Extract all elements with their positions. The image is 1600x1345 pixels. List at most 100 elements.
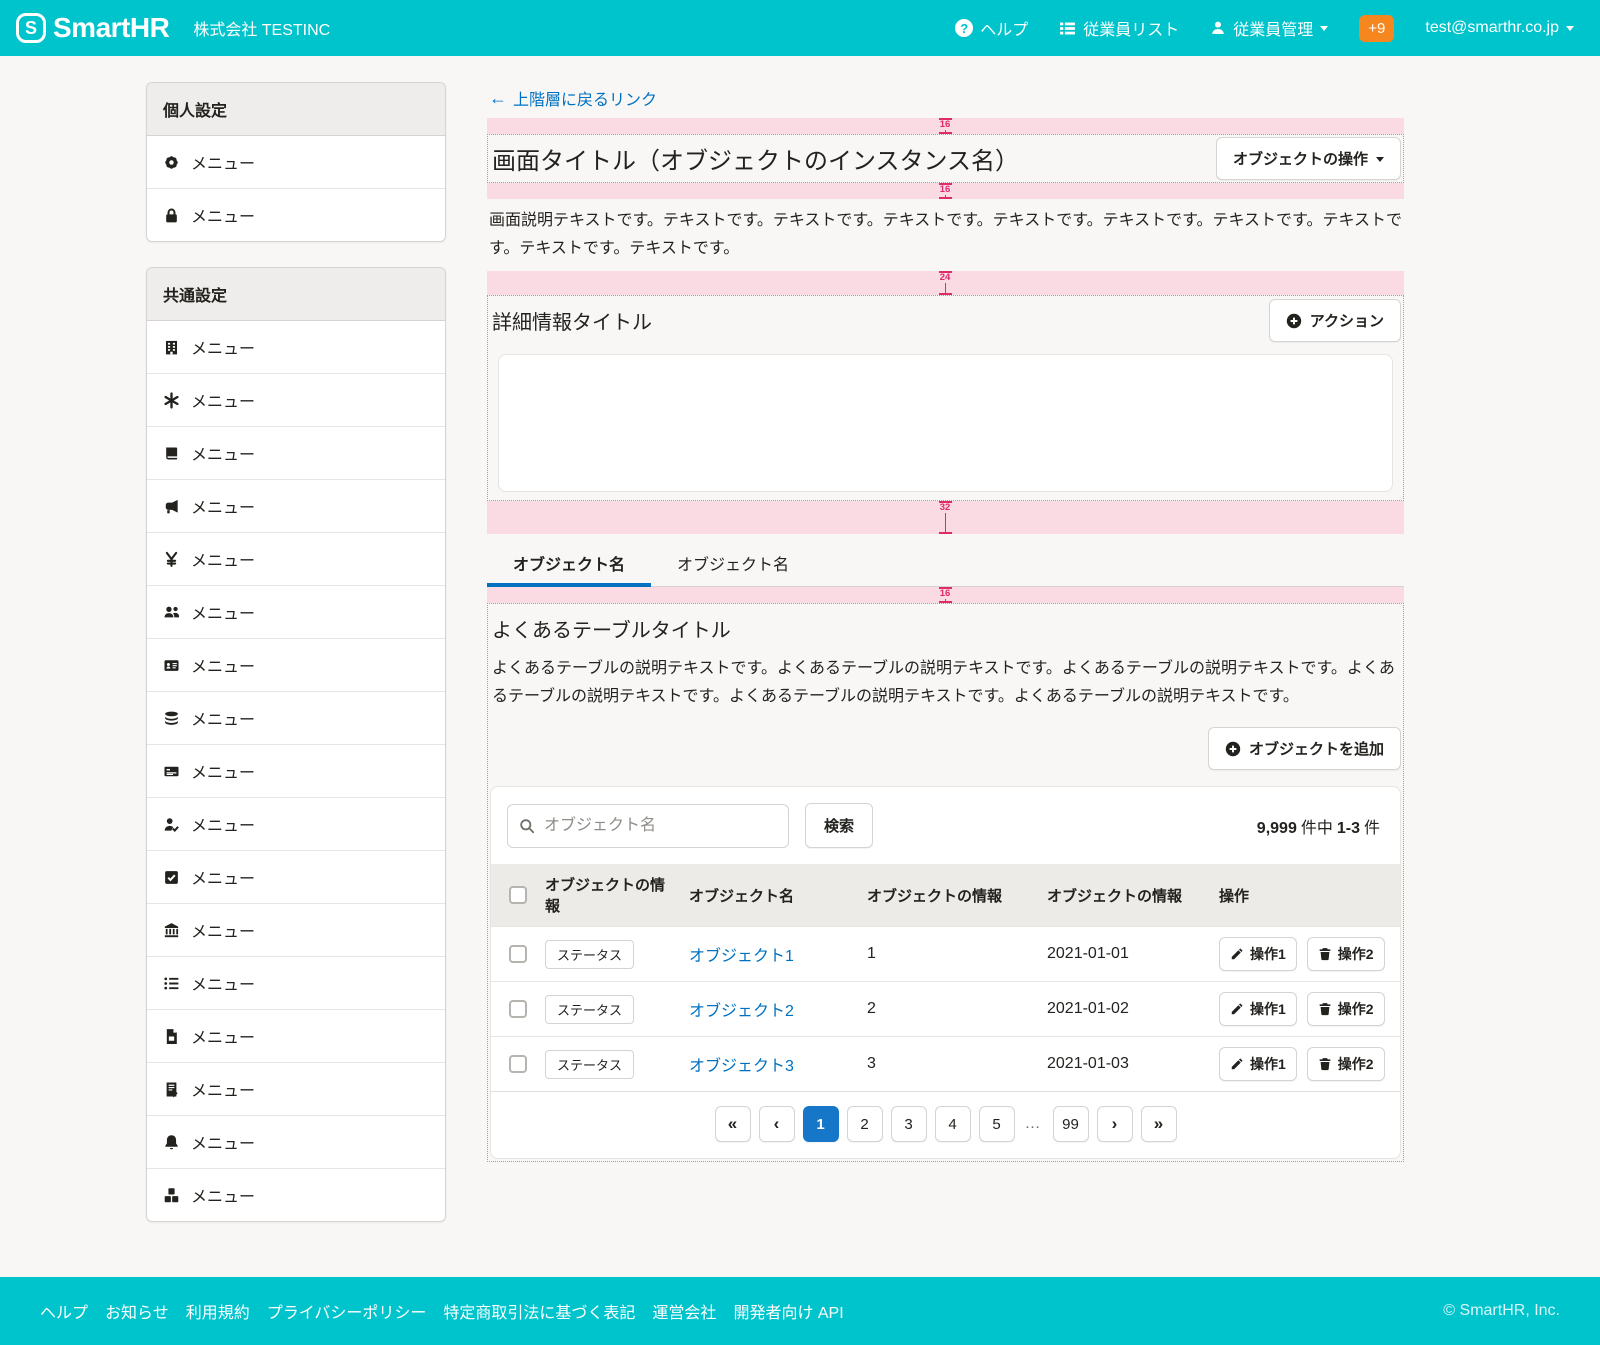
- sidebar-section-title: 個人設定: [147, 83, 445, 136]
- tab-object-name-1[interactable]: オブジェクト名: [487, 540, 651, 586]
- sidebar: 個人設定 メニュー メニュー 共通設定 メニュー メニュー: [146, 82, 446, 1247]
- sidebar-item-menu[interactable]: メニュー: [147, 798, 445, 851]
- sidebar-item-menu[interactable]: メニュー: [147, 586, 445, 639]
- back-link-label: 上階層に戻るリンク: [513, 86, 657, 110]
- search-box: [507, 804, 789, 848]
- object-link[interactable]: オブジェクト1: [689, 948, 794, 965]
- spacing-annotation-32: 32: [487, 501, 1404, 534]
- help-circle-icon: ?: [955, 19, 973, 37]
- footer-link-news[interactable]: お知らせ: [105, 1299, 169, 1323]
- page-title: 画面タイトル（オブジェクトのインスタンス名）: [490, 141, 1019, 176]
- detail-panel-header: 詳細情報タイトル アクション: [488, 296, 1403, 342]
- status-badge: ステータス: [545, 995, 634, 1024]
- pagination-last-button[interactable]: »: [1141, 1106, 1177, 1142]
- footer-link-privacy[interactable]: プライバシーポリシー: [267, 1299, 427, 1323]
- pagination-first-button[interactable]: «: [715, 1106, 751, 1142]
- arrow-left-icon: ←: [489, 88, 507, 109]
- pagination-page-99[interactable]: 99: [1053, 1106, 1089, 1142]
- sidebar-item-menu[interactable]: メニュー: [147, 136, 445, 189]
- sidebar-item-menu[interactable]: メニュー: [147, 374, 445, 427]
- delete-button-label: 操作2: [1338, 1054, 1374, 1074]
- table-row: ステータス オブジェクト3 3 2021-01-03 操作1 操作2: [491, 1037, 1400, 1092]
- back-link[interactable]: ← 上階層に戻るリンク: [489, 86, 657, 110]
- pagination-prev-button[interactable]: ‹: [759, 1106, 795, 1142]
- search-button[interactable]: 検索: [805, 803, 873, 848]
- sidebar-item-menu[interactable]: メニュー: [147, 1063, 445, 1116]
- row-checkbox[interactable]: [509, 1000, 527, 1018]
- sidebar-item-menu[interactable]: メニュー: [147, 851, 445, 904]
- object-actions-button[interactable]: オブジェクトの操作: [1216, 137, 1401, 180]
- employee-admin-dropdown[interactable]: 従業員管理: [1210, 16, 1328, 40]
- sidebar-item-menu[interactable]: メニュー: [147, 1169, 445, 1221]
- footer-link-terms[interactable]: 利用規約: [186, 1299, 250, 1323]
- pagination-page-4[interactable]: 4: [935, 1106, 971, 1142]
- list-grid-icon: [1059, 20, 1076, 37]
- footer-link-developer-api[interactable]: 開発者向け API: [733, 1299, 843, 1323]
- pagination-page-5[interactable]: 5: [979, 1106, 1015, 1142]
- sidebar-item-menu[interactable]: メニュー: [147, 189, 445, 241]
- row-checkbox[interactable]: [509, 945, 527, 963]
- database-icon: [163, 710, 180, 727]
- chevron-down-icon: [1566, 26, 1574, 35]
- user-check-icon: [163, 816, 180, 833]
- yen-icon: [163, 551, 180, 568]
- spacing-ruler: 24: [939, 271, 952, 295]
- sidebar-item-menu[interactable]: メニュー: [147, 904, 445, 957]
- company-name: 株式会社 TESTINC: [193, 16, 330, 40]
- smarthr-logo[interactable]: S SmartHR: [16, 12, 169, 44]
- select-all-checkbox[interactable]: [509, 886, 527, 904]
- clipboard-check-icon: [163, 1081, 180, 1098]
- detail-empty-panel: [498, 354, 1393, 492]
- pagination-next-button[interactable]: ›: [1097, 1106, 1133, 1142]
- employee-list-link[interactable]: 従業員リスト: [1059, 16, 1179, 40]
- sidebar-item-menu[interactable]: メニュー: [147, 745, 445, 798]
- sidebar-item-menu[interactable]: メニュー: [147, 692, 445, 745]
- sidebar-item-menu[interactable]: メニュー: [147, 533, 445, 586]
- edit-button[interactable]: 操作1: [1219, 1047, 1297, 1081]
- object-date-cell: 2021-01-01: [1039, 927, 1211, 982]
- landmark-icon: [163, 922, 180, 939]
- sidebar-item-menu[interactable]: メニュー: [147, 427, 445, 480]
- sidebar-item-menu[interactable]: メニュー: [147, 1116, 445, 1169]
- edit-button[interactable]: 操作1: [1219, 992, 1297, 1026]
- pagination-page-2[interactable]: 2: [847, 1106, 883, 1142]
- footer-link-help[interactable]: ヘルプ: [40, 1299, 88, 1323]
- object-link[interactable]: オブジェクト3: [689, 1058, 794, 1075]
- tab-object-name-2[interactable]: オブジェクト名: [651, 540, 815, 586]
- action-button[interactable]: アクション: [1269, 299, 1401, 342]
- footer-link-company[interactable]: 運営会社: [652, 1299, 716, 1323]
- building-icon: [163, 339, 180, 356]
- footer-link-commerce-law[interactable]: 特定商取引法に基づく表記: [443, 1299, 635, 1323]
- notification-badge[interactable]: +9: [1359, 15, 1394, 42]
- object-info-cell: 1: [859, 927, 1039, 982]
- pagination-page-1[interactable]: 1: [803, 1106, 839, 1142]
- column-header: オブジェクトの情報: [537, 864, 681, 927]
- sidebar-item-menu[interactable]: メニュー: [147, 1010, 445, 1063]
- sidebar-item-menu[interactable]: メニュー: [147, 957, 445, 1010]
- help-link[interactable]: ? ヘルプ: [955, 16, 1028, 40]
- lock-icon: [163, 207, 180, 224]
- object-link[interactable]: オブジェクト2: [689, 1003, 794, 1020]
- row-checkbox[interactable]: [509, 1055, 527, 1073]
- copyright: © SmartHR, Inc.: [1443, 1302, 1560, 1320]
- pagination-page-3[interactable]: 3: [891, 1106, 927, 1142]
- add-object-button[interactable]: オブジェクトを追加: [1208, 727, 1401, 770]
- search-input[interactable]: [507, 804, 789, 848]
- spacing-annotation-16: 16: [487, 183, 1404, 199]
- sidebar-item-menu[interactable]: メニュー: [147, 480, 445, 533]
- delete-button[interactable]: 操作2: [1307, 937, 1385, 971]
- edit-button[interactable]: 操作1: [1219, 937, 1297, 971]
- sidebar-item-menu[interactable]: メニュー: [147, 639, 445, 692]
- sidebar-item-label: メニュー: [191, 600, 255, 624]
- delete-button[interactable]: 操作2: [1307, 1047, 1385, 1081]
- column-header: オブジェクト名: [681, 864, 859, 927]
- object-info-cell: 2: [859, 982, 1039, 1037]
- table-header-row: オブジェクトの情報 オブジェクト名 オブジェクトの情報 オブジェクトの情報 操作: [491, 864, 1400, 927]
- account-dropdown[interactable]: test@smarthr.co.jp: [1425, 19, 1574, 37]
- header-nav: ? ヘルプ 従業員リスト 従業員管理 +9 test@smarthr.co.jp: [955, 15, 1574, 42]
- plus-circle-icon: [1225, 741, 1241, 757]
- page-description: 画面説明テキストです。テキストです。テキストです。テキストです。テキストです。テ…: [489, 207, 1404, 263]
- delete-button[interactable]: 操作2: [1307, 992, 1385, 1026]
- sidebar-item-label: メニュー: [191, 335, 255, 359]
- sidebar-item-menu[interactable]: メニュー: [147, 321, 445, 374]
